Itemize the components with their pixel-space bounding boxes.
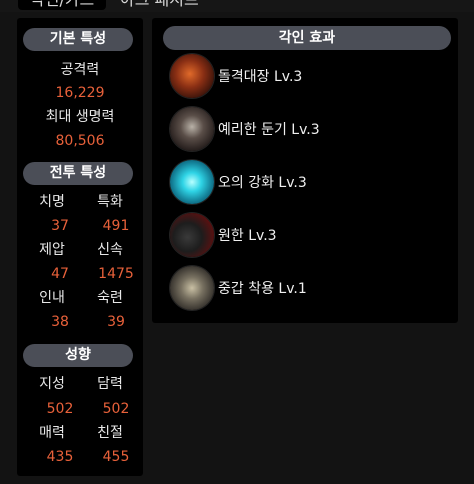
expertise-label: 숙련 (97, 290, 123, 306)
swiftness-label: 신속 (97, 242, 123, 258)
engraving-row[interactable]: 예리한 둔기 Lv.3 (170, 106, 320, 152)
engraving-row[interactable]: 돌격대장 Lv.3 (170, 53, 302, 99)
engraving-panel: 각인 효과 돌격대장 Lv.3 예리한 둔기 Lv.3 오의 강화 Lv.3 원… (152, 18, 458, 323)
keen-blunt-weapon-icon (170, 107, 214, 151)
kindness-label: 친절 (97, 425, 123, 441)
tab-engraving-card[interactable]: 각인/카드 (18, 0, 107, 10)
stats-panel: 기본 특성 공격력 16,229 최대 생명력 80,506 전투 특성 치명 … (17, 18, 143, 476)
engraving-row[interactable]: 오의 강화 Lv.3 (170, 159, 307, 205)
tab-ark-passive[interactable]: 아크 패시브 (120, 0, 199, 10)
specialization-value: 491 (102, 218, 130, 234)
attack-value: 16,229 (55, 85, 105, 101)
engraving-name: 원한 Lv.3 (218, 228, 277, 244)
engraving-name: 돌격대장 Lv.3 (218, 69, 303, 85)
max-hp-label: 최대 생명력 (45, 109, 115, 125)
combat-stats-header: 전투 특성 (23, 162, 133, 185)
top-tab-strip: 각인/카드 아크 패시브 (0, 0, 474, 12)
tendency-header: 성향 (23, 344, 133, 367)
courage-label: 담력 (97, 376, 123, 392)
heavy-armor-icon (170, 266, 214, 310)
engraving-name: 예리한 둔기 Lv.3 (218, 122, 320, 138)
swiftness-value: 1475 (98, 266, 134, 282)
basic-stats-header: 기본 특성 (23, 28, 133, 51)
specialization-label: 특화 (97, 194, 123, 210)
engraving-row[interactable]: 원한 Lv.3 (170, 212, 277, 258)
engraving-name: 중갑 착용 Lv.1 (218, 281, 307, 297)
courage-value: 502 (102, 401, 130, 417)
expertise-value: 39 (107, 314, 125, 330)
esoteric-enhancement-icon (170, 160, 214, 204)
engraving-row[interactable]: 중갑 착용 Lv.1 (170, 265, 307, 311)
engraving-header: 각인 효과 (163, 26, 451, 50)
engraving-name: 오의 강화 Lv.3 (218, 175, 307, 191)
attack-label: 공격력 (60, 62, 100, 78)
kindness-value: 455 (102, 449, 130, 465)
grudge-icon (170, 213, 214, 257)
max-hp-value: 80,506 (55, 133, 105, 149)
charge-commander-icon (170, 54, 214, 98)
